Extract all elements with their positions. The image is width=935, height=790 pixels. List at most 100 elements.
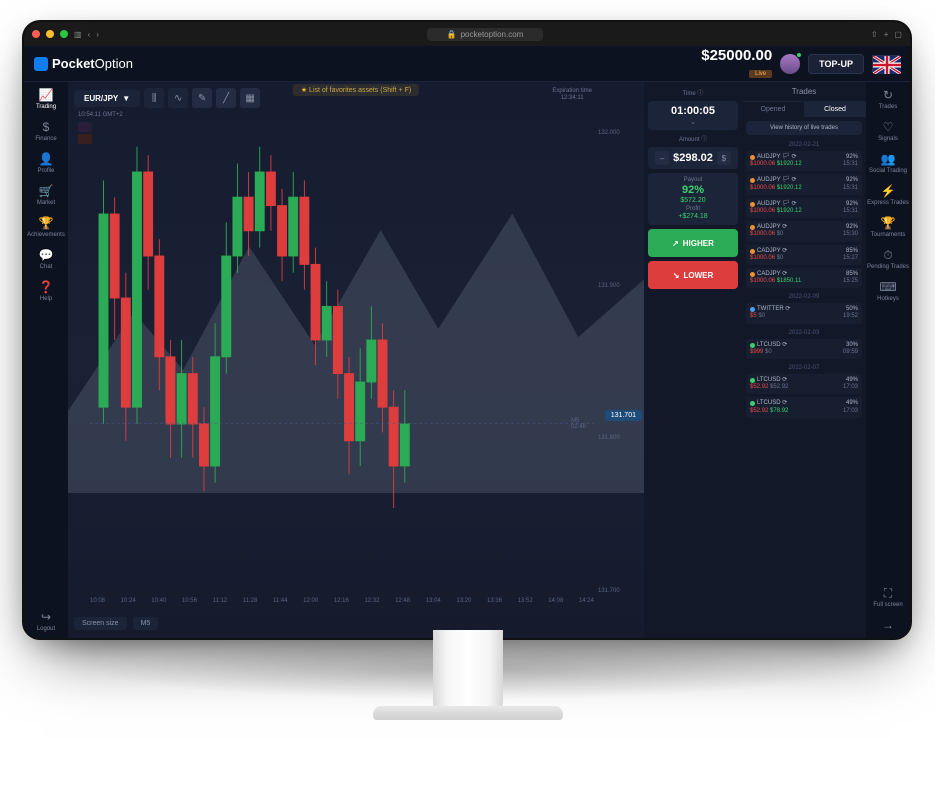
up-icon: ↗ — [672, 239, 679, 248]
date-separator: 2022-02-09 — [746, 291, 862, 303]
rail-item-finance[interactable]: $Finance — [35, 120, 56, 142]
time-label: Time ⓘ — [648, 88, 738, 97]
trade-row[interactable]: AUDJPY 🏳 ⟳92%$1000.06 $1920.1215:31 — [746, 151, 862, 171]
favorites-tip: ★ List of favorites assets (Shift + F) — [293, 84, 419, 96]
balance-display[interactable]: $25000.00 Live — [701, 48, 772, 79]
avatar[interactable] — [780, 54, 800, 74]
rail-arrow[interactable]: → — [880, 618, 896, 632]
profile-icon: 👤 — [38, 152, 54, 166]
rail-item-logout[interactable]: ↪Logout — [37, 610, 55, 632]
timeframe-button[interactable]: M5 — [133, 617, 159, 630]
nav-fwd-icon[interactable]: › — [96, 30, 99, 39]
monitor-stand — [403, 630, 533, 740]
candlestick-chart[interactable] — [90, 130, 594, 508]
trades-icon: ↻ — [880, 88, 896, 102]
trade-row[interactable]: AUDJPY 🏳 ⟳92%$1000.06 $1920.1215:31 — [746, 198, 862, 218]
address-bar[interactable]: 🔒 pocketoption.com — [427, 28, 544, 41]
rail-item-signals[interactable]: ♡Signals — [878, 120, 898, 142]
chart-area[interactable]: ★ List of favorites assets (Shift + F) E… — [68, 82, 644, 638]
x-tick: 10:08 — [90, 598, 105, 610]
tab-opened[interactable]: Opened — [742, 102, 804, 117]
tab-closed[interactable]: Closed — [804, 102, 866, 117]
rail-item-profile[interactable]: 👤Profile — [37, 152, 54, 174]
trade-row[interactable]: CADJPY ⟳85%$1000.06 $1850.1115:25 — [746, 268, 862, 288]
nav-back-icon[interactable]: ‹ — [88, 30, 91, 39]
line-button[interactable]: ╱ — [216, 88, 236, 108]
chevron-down-icon: ⌄ — [652, 117, 734, 126]
right-rail: ↻Trades ♡Signals 👥Social Trading ⚡Express T… — [866, 82, 910, 638]
indicators-button[interactable]: ∿ — [168, 88, 188, 108]
m5-label: M5 02:48 — [571, 418, 586, 430]
x-tick: 12:48 — [395, 598, 410, 610]
trade-row[interactable]: CADJPY ⟳85%$1000.06 $015:27 — [746, 245, 862, 265]
rail-item-chat[interactable]: 💬Chat — [38, 248, 54, 270]
rail-item-pending-trades[interactable]: ⏱Pending Trades — [867, 248, 909, 270]
amount-input[interactable]: – $298.02 $ — [648, 147, 738, 169]
rail-item-market[interactable]: 🛒Market — [37, 184, 55, 206]
trade-row[interactable]: LTCUSD ⟳49%$52.92 $52.9217:03 — [746, 374, 862, 394]
signals-icon: ♡ — [880, 120, 896, 134]
date-separator: 2022-02-03 — [746, 327, 862, 339]
language-flag[interactable] — [872, 55, 900, 73]
currency-switch-button[interactable]: $ — [717, 151, 731, 165]
trade-row[interactable]: AUDJPY 🏳 ⟳92%$1000.06 $1920.1215:31 — [746, 174, 862, 194]
x-tick: 11:28 — [243, 598, 258, 610]
social trading-icon: 👥 — [880, 152, 896, 166]
min-dot[interactable] — [46, 30, 54, 38]
chart-type-button[interactable]: ⫼ — [144, 88, 164, 108]
trades-header: Trades — [742, 82, 866, 102]
asset-dot-icon — [750, 225, 755, 230]
higher-button[interactable]: ↗HIGHER — [648, 229, 738, 257]
amount-minus-button[interactable]: – — [655, 151, 669, 165]
trade-row[interactable]: AUDJPY ⟳92%$1000.06 $015:30 — [746, 221, 862, 241]
close-dot[interactable] — [32, 30, 40, 38]
trade-panel: Time ⓘ 01:00:05 ⌄ Amount ⓘ – $298.02 $ P… — [644, 82, 742, 638]
share-icon[interactable]: ⇧ — [871, 30, 878, 39]
x-tick: 11:44 — [273, 598, 288, 610]
rail-item-trading[interactable]: 📈Trading — [36, 88, 56, 110]
plus-icon[interactable]: + — [884, 30, 889, 39]
history-button[interactable]: View history of live trades — [746, 121, 862, 135]
app-header: PocketOption $25000.00 Live TOP-UP — [24, 46, 910, 82]
max-dot[interactable] — [60, 30, 68, 38]
y-axis: 132.000131.900131.800131.700 — [598, 130, 638, 594]
time-input[interactable]: 01:00:05 ⌄ — [648, 101, 738, 130]
lock-icon: 🔒 — [447, 30, 457, 39]
browser-chrome: ▥ ‹ › 🔒 pocketoption.com ⇧ + ▢ — [24, 22, 910, 46]
screen-size-button[interactable]: Screen size — [74, 617, 127, 630]
rail-item-social-trading[interactable]: 👥Social Trading — [869, 152, 907, 174]
tabs-icon[interactable]: ▢ — [894, 30, 902, 39]
grid-button[interactable]: ▦ — [240, 88, 260, 108]
y-tick: 131.900 — [598, 283, 638, 289]
rail-item-hotkeys[interactable]: ⌨Hotkeys — [877, 280, 899, 302]
rail-item-achievements[interactable]: 🏆Achievements — [27, 216, 65, 238]
trade-row[interactable]: LTCUSD ⟳30%$999 $009:59 — [746, 339, 862, 359]
lower-button[interactable]: ↘LOWER — [648, 261, 738, 289]
x-tick: 13:52 — [518, 598, 533, 610]
x-tick: 13:36 — [487, 598, 502, 610]
topup-button[interactable]: TOP-UP — [808, 54, 864, 74]
rail-item-express-trades[interactable]: ⚡Express Trades — [867, 184, 909, 206]
rail-item-full-screen[interactable]: ⛶Full screen — [873, 586, 902, 608]
trades-column: Trades Opened Closed View history of liv… — [742, 82, 866, 638]
help-icon: ❓ — [38, 280, 54, 294]
chevron-down-icon: ▼ — [122, 94, 130, 103]
draw-button[interactable]: ✎ — [192, 88, 212, 108]
logo[interactable]: PocketOption — [34, 56, 133, 71]
logo-mark-icon — [34, 57, 48, 71]
x-tick: 12:32 — [364, 598, 379, 610]
rail-item-trades[interactable]: ↻Trades — [879, 88, 897, 110]
pair-selector[interactable]: EUR/JPY▼ — [74, 90, 140, 107]
rail-item-tournaments[interactable]: 🏆Tournaments — [871, 216, 906, 238]
sidebar-toggle-icon[interactable]: ▥ — [74, 30, 82, 39]
rail-item-help[interactable]: ❓Help — [38, 280, 54, 302]
y-tick: 131.800 — [598, 435, 638, 441]
trade-row[interactable]: TWITTER ⟳50%$5 $019:52 — [746, 303, 862, 323]
trade-row[interactable]: LTCUSD ⟳49%$52.92 $78.9217:03 — [746, 397, 862, 417]
x-tick: 12:00 — [303, 598, 318, 610]
monitor-screen: ▥ ‹ › 🔒 pocketoption.com ⇧ + ▢ PocketOpt… — [22, 20, 912, 640]
down-icon: ↘ — [673, 271, 680, 280]
hotkeys-icon: ⌨ — [880, 280, 896, 294]
x-tick: 11:12 — [213, 598, 228, 610]
finance-icon: $ — [38, 120, 54, 134]
